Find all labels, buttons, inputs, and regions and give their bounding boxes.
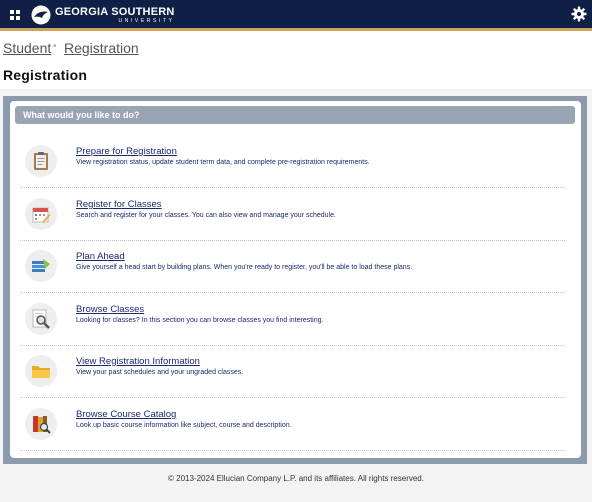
list-item-view-registration-info[interactable]: View Registration Information View your … xyxy=(20,346,565,398)
section-header: What would you like to do? xyxy=(15,106,575,124)
browse-catalog-description: Look up basic course information like su… xyxy=(76,422,292,429)
register-classes-link[interactable]: Register for Classes xyxy=(76,199,162,210)
gear-icon[interactable] xyxy=(571,6,587,22)
list-item-register-classes[interactable]: Register for Classes Search and register… xyxy=(20,189,565,241)
plan-ahead-link[interactable]: Plan Ahead xyxy=(76,251,125,262)
eagle-emblem-icon xyxy=(31,5,51,25)
top-bar: GEORGIA SOUTHERN UNIVERSITY xyxy=(0,0,592,31)
prepare-registration-description: View registration status, update student… xyxy=(76,159,370,166)
view-registration-info-link[interactable]: View Registration Information xyxy=(76,356,200,367)
logo-main-text: GEORGIA SOUTHERN xyxy=(55,5,175,18)
browse-classes-description: Looking for classes? In this section you… xyxy=(76,317,324,324)
calendar-edit-icon xyxy=(25,198,57,230)
list-item-browse-classes[interactable]: Browse Classes Looking for classes? In t… xyxy=(20,294,565,346)
breadcrumb-registration[interactable]: Registration xyxy=(64,40,139,56)
catalog-books-icon xyxy=(25,408,57,440)
plan-list-icon xyxy=(25,250,57,282)
browse-classes-link[interactable]: Browse Classes xyxy=(76,304,144,315)
view-registration-info-description: View your past schedules and your ungrad… xyxy=(76,369,244,376)
logo-sub-text: UNIVERSITY xyxy=(118,17,175,24)
university-logo[interactable]: GEORGIA SOUTHERN UNIVERSITY xyxy=(31,4,175,26)
main-panel: What would you like to do? Prepare for R… xyxy=(3,96,587,464)
prepare-registration-link[interactable]: Prepare for Registration xyxy=(76,146,177,157)
folder-icon xyxy=(25,355,57,387)
magnifier-document-icon xyxy=(25,303,57,335)
options-card: What would you like to do? Prepare for R… xyxy=(10,101,581,458)
list-item-plan-ahead[interactable]: Plan Ahead Give yourself a head start by… xyxy=(20,241,565,293)
list-item-prepare-registration[interactable]: Prepare for Registration View registrati… xyxy=(20,136,565,188)
title-bar: Registration xyxy=(0,61,592,89)
breadcrumb-student[interactable]: Student xyxy=(3,40,51,56)
list-item-browse-catalog[interactable]: Browse Course Catalog Look up basic cour… xyxy=(20,399,565,451)
grid-icon[interactable] xyxy=(10,10,20,20)
browse-catalog-link[interactable]: Browse Course Catalog xyxy=(76,409,176,420)
breadcrumb: Student • Registration xyxy=(0,31,592,61)
footer-copyright: © 2013-2024 Ellucian Company L.P. and it… xyxy=(168,474,424,483)
plan-ahead-description: Give yourself a head start by building p… xyxy=(76,264,413,271)
page-title: Registration xyxy=(3,67,88,83)
clipboard-icon xyxy=(25,145,57,177)
register-classes-description: Search and register for your classes. Yo… xyxy=(76,212,336,219)
breadcrumb-separator-icon: • xyxy=(53,41,57,52)
